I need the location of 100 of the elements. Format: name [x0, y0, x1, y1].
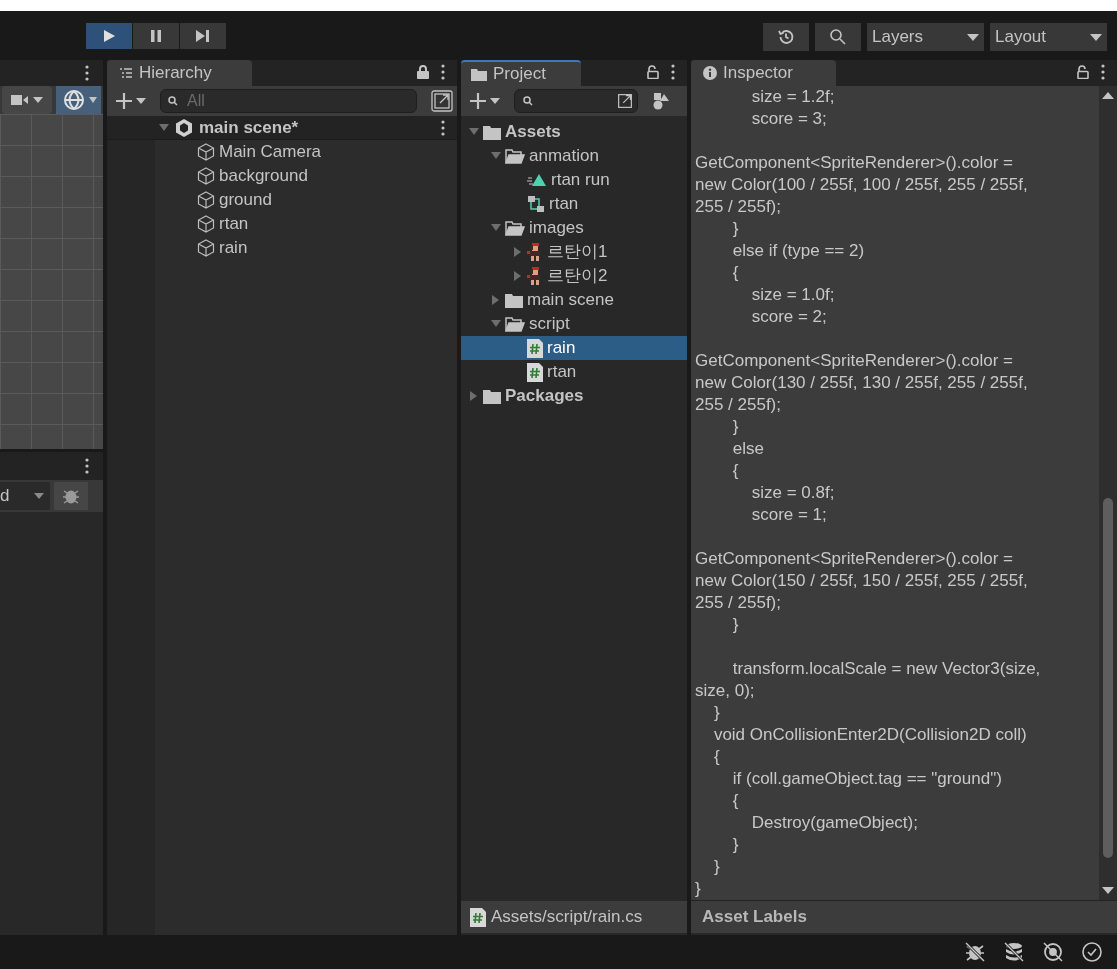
folder-icon [483, 388, 501, 404]
caret-icon [34, 493, 44, 499]
collapsed-arrow-icon[interactable] [469, 391, 479, 401]
hierarchy-item[interactable]: ground [107, 188, 457, 212]
pixel-character-icon [527, 267, 543, 285]
caret-icon [33, 97, 43, 103]
unity-logo-icon [175, 118, 193, 137]
project-item[interactable]: Assets [461, 120, 687, 144]
history-button[interactable] [763, 23, 809, 51]
expanded-arrow-icon[interactable] [491, 319, 501, 329]
more-options-icon[interactable] [441, 119, 445, 136]
state-machine-icon [527, 195, 545, 213]
cube-icon [197, 215, 215, 233]
expanded-arrow-icon[interactable] [469, 127, 479, 137]
cube-icon [197, 239, 215, 257]
caret-icon [967, 33, 979, 41]
scroll-thumb[interactable] [1103, 498, 1113, 858]
pixel-character-icon [527, 243, 543, 261]
project-item[interactable]: script [461, 312, 687, 336]
scene-row[interactable]: main scene* [107, 116, 457, 140]
caret-icon [1090, 33, 1102, 41]
layout-dropdown[interactable]: Layout [990, 23, 1107, 51]
open-folder-icon [505, 316, 525, 332]
more-options-icon[interactable] [1101, 64, 1105, 80]
open-folder-icon [505, 148, 525, 164]
unlocked-icon[interactable] [647, 65, 659, 79]
project-item[interactable]: rtan run [461, 168, 687, 192]
collapsed-arrow-icon[interactable] [491, 295, 501, 305]
project-item[interactable]: rtan [461, 192, 687, 216]
script-file-icon [470, 907, 486, 927]
pause-icon [150, 29, 162, 43]
expanded-arrow-icon[interactable] [491, 223, 501, 233]
expand-window-icon[interactable] [431, 90, 453, 112]
layers-dropdown[interactable]: Layers [867, 23, 984, 51]
search-icon [523, 96, 533, 106]
lock-icon[interactable] [417, 65, 429, 79]
hierarchy-item[interactable]: rain [107, 236, 457, 260]
asset-labels-heading: Asset Labels [702, 906, 807, 929]
step-button[interactable] [180, 23, 226, 49]
debug-button[interactable] [54, 482, 88, 510]
script-file-icon [527, 338, 543, 358]
hierarchy-tab[interactable]: Hierarchy [107, 60, 252, 86]
globe-icon [62, 88, 86, 112]
search-field[interactable] [514, 89, 638, 113]
more-options-icon[interactable] [671, 64, 675, 80]
shapes-icon[interactable] [652, 92, 670, 110]
project-item[interactable]: main scene [461, 288, 687, 312]
scrollbar[interactable] [1099, 86, 1117, 900]
folder-icon [471, 67, 487, 81]
plus-icon [115, 92, 133, 110]
hierarchy-item[interactable]: rtan [107, 212, 457, 236]
pause-button[interactable] [133, 23, 179, 49]
camera-icon [11, 94, 29, 106]
caret-icon [89, 97, 97, 103]
search-icon [829, 28, 847, 46]
open-folder-icon [505, 220, 525, 236]
search-field[interactable]: All [160, 89, 417, 113]
create-dropdown[interactable] [469, 92, 500, 110]
check-circle-icon[interactable] [1081, 941, 1103, 963]
more-options-icon[interactable] [441, 64, 445, 80]
script-file-icon [527, 362, 543, 382]
cube-icon [197, 143, 215, 161]
hierarchy-item[interactable]: background [107, 164, 457, 188]
gizmo-button[interactable] [56, 86, 101, 114]
script-code: size = 1.2f; score = 3; GetComponent<SpriteRenderer>().color = new Color(100 / 255f, 100 / 255f, 255 / 255f, 255 / 255f); } else if (type == 2) { size = 1.0f; score = 2; GetComponent<SpriteRenderer>().color = new Color(130 / 255f, 130 / 255f, 255 / 255f, 255 / 255f); } else { size = 0.8f; score = 1; GetComponent<SpriteRenderer>().color = new Color(150 / 255f, 150 / 255f, 255 / 255f, 255 / 255f); } transform.localScale = new Vector3(size, size, 0); } void OnCollisionEnter2D(Collision2D coll) { if (coll.gameObject.tag == "ground") { Destroy(gameObject); } } } [694, 86, 1042, 900]
caret-icon [136, 98, 146, 104]
camera-dropdown[interactable] [2, 86, 52, 114]
project-item[interactable]: anmation [461, 144, 687, 168]
inspector-tab[interactable]: Inspector [691, 60, 836, 86]
expanded-arrow-icon[interactable] [159, 122, 169, 133]
scroll-down-icon[interactable] [1102, 887, 1114, 894]
cube-icon [197, 167, 215, 185]
unlocked-icon[interactable] [1077, 65, 1089, 79]
project-item[interactable]: rain [461, 336, 687, 360]
play-button[interactable] [86, 23, 132, 49]
plus-icon [469, 92, 487, 110]
project-item[interactable]: 르탄이1 [461, 240, 687, 264]
more-options-icon[interactable] [85, 65, 89, 81]
project-item[interactable]: rtan [461, 360, 687, 384]
project-item[interactable]: 르탄이2 [461, 264, 687, 288]
log-filter-dropdown[interactable]: d [0, 482, 50, 510]
search-button[interactable] [815, 23, 861, 51]
search-icon [168, 96, 180, 106]
collapsed-arrow-icon[interactable] [513, 247, 523, 257]
collapsed-arrow-icon[interactable] [513, 271, 523, 281]
more-options-icon[interactable] [85, 458, 89, 474]
project-item[interactable]: Packages [461, 384, 687, 408]
file-path: Assets/script/rain.cs [491, 906, 643, 929]
create-dropdown[interactable] [115, 92, 146, 110]
scroll-up-icon[interactable] [1102, 92, 1114, 99]
project-item[interactable]: images [461, 216, 687, 240]
hierarchy-item[interactable]: Main Camera [107, 140, 457, 164]
expanded-arrow-icon[interactable] [491, 151, 501, 161]
list-icon [119, 67, 133, 79]
project-tab[interactable]: Project [461, 60, 581, 86]
expand-window-icon[interactable] [615, 91, 635, 111]
animation-clip-icon [527, 173, 547, 187]
history-icon [777, 28, 795, 46]
cube-icon [197, 191, 215, 209]
folder-icon [483, 124, 501, 140]
